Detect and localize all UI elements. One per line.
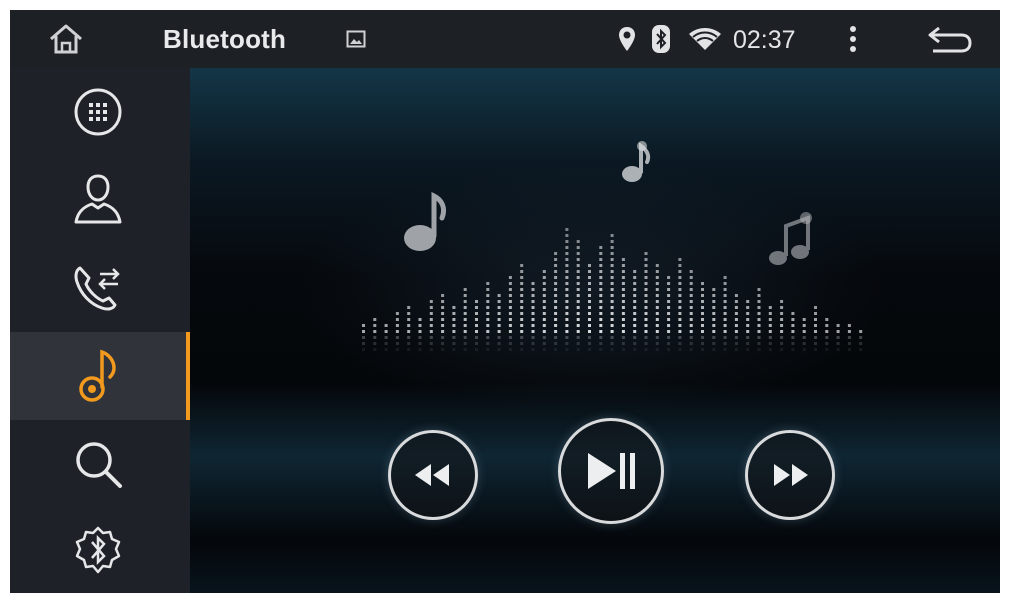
gallery-icon: [346, 30, 366, 48]
sidebar-item-dialpad[interactable]: [10, 68, 190, 156]
bluetooth-icon: [652, 25, 670, 53]
music-note-right: [769, 212, 812, 265]
music-note-icon: [79, 349, 116, 402]
back-icon[interactable]: [927, 24, 973, 54]
music-player: [190, 68, 1000, 593]
contact-icon: [74, 174, 122, 224]
sidebar-item-contacts[interactable]: [10, 156, 190, 244]
previous-button[interactable]: [388, 430, 478, 520]
play-pause-icon: [588, 453, 635, 489]
location-icon: [619, 27, 635, 51]
screen: Bluetooth 02:37: [10, 10, 1000, 593]
music-note-left: [404, 191, 447, 251]
clock: 02:37: [733, 26, 796, 54]
previous-icon: [415, 464, 449, 486]
call-transfer-icon: [74, 266, 120, 311]
next-icon: [774, 464, 808, 486]
bluetooth-settings-icon: [75, 526, 121, 574]
app-title: Bluetooth: [163, 24, 287, 54]
dialpad-icon: [74, 88, 122, 136]
sidebar-item-settings[interactable]: [10, 508, 190, 593]
menu-icon[interactable]: [846, 24, 860, 54]
play-pause-button[interactable]: [558, 418, 664, 524]
equalizer-visualization: [362, 141, 863, 351]
sidebar-item-search[interactable]: [10, 420, 190, 508]
status-bar: Bluetooth 02:37: [10, 10, 1000, 68]
sidebar: [10, 68, 190, 593]
home-icon[interactable]: [48, 21, 84, 57]
sidebar-item-music[interactable]: [10, 332, 190, 420]
next-button[interactable]: [745, 430, 835, 520]
music-note-top: [622, 141, 651, 182]
wifi-icon: [689, 28, 721, 50]
search-icon: [76, 442, 122, 488]
sidebar-item-call-log[interactable]: [10, 244, 190, 332]
